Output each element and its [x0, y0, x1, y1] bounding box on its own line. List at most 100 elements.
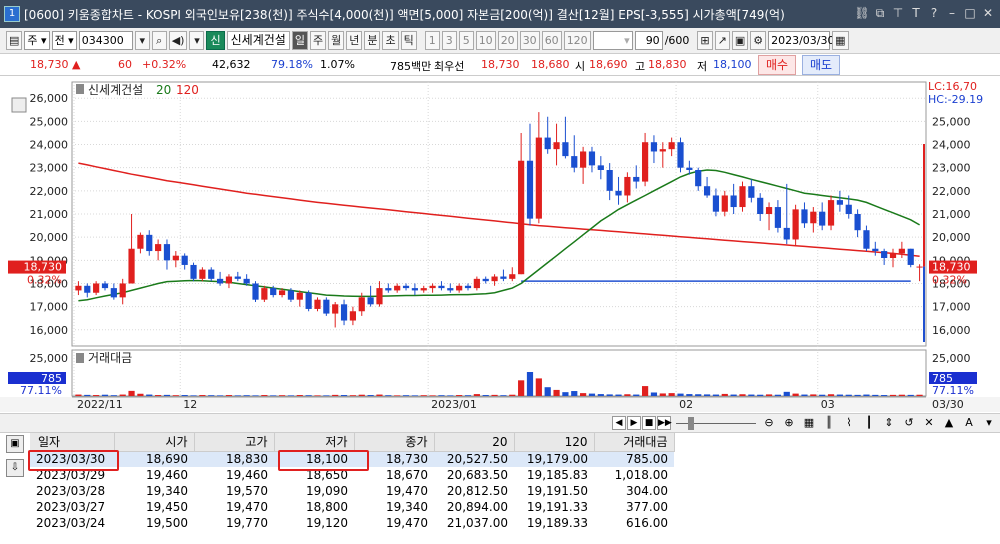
candle-body — [783, 227, 790, 240]
refresh-icon[interactable]: ↺ — [902, 416, 916, 430]
header-ma120[interactable]: 120 — [514, 433, 595, 452]
menu-icon[interactable]: ▤ — [6, 31, 23, 50]
header-close[interactable]: 종가 — [354, 433, 435, 452]
table-row[interactable]: 2023/03/24 19,500 19,770 19,120 19,470 2… — [30, 515, 674, 531]
link-icon[interactable]: ⛓ — [854, 5, 870, 21]
scroll-right-icon[interactable]: ▶ — [627, 416, 641, 430]
volume-bar — [730, 394, 737, 396]
chart-area[interactable]: 16,00017,00018,00019,00020,00021,00022,0… — [0, 76, 1000, 412]
period-week-button[interactable]: 주 — [309, 31, 327, 50]
interval-1-button[interactable]: 1 — [424, 31, 440, 50]
interval-3-button[interactable]: 3 — [441, 31, 457, 50]
period-tick-button[interactable]: 틱 — [400, 31, 417, 50]
period-day-button[interactable]: 일 — [291, 31, 308, 50]
table-row[interactable]: 2023/03/28 19,340 19,570 19,090 19,470 2… — [30, 483, 674, 499]
candle-body — [456, 285, 463, 291]
buy-button[interactable]: 매수 — [758, 55, 796, 75]
volume-bar — [261, 395, 268, 396]
line-type-icon[interactable]: ⌇ — [842, 416, 856, 430]
interval-30-button[interactable]: 30 — [519, 31, 540, 50]
cell-ma120: 19,191.33 — [526, 500, 588, 514]
cell-amount: 377.00 — [626, 500, 668, 514]
sound-icon[interactable]: ◀) — [168, 31, 188, 50]
zoom-in-icon[interactable]: ⊕ — [782, 416, 796, 430]
period-second-button[interactable]: 초 — [382, 31, 399, 50]
volume-bar — [429, 395, 436, 396]
maximize-icon[interactable]: □ — [962, 5, 978, 21]
pin-icon[interactable]: ⊤ — [890, 5, 906, 21]
header-amount[interactable]: 거래대금 — [594, 433, 675, 452]
period-select-a[interactable]: 주 ▾ — [24, 31, 50, 50]
stock-code-input[interactable]: 034300 — [78, 31, 133, 50]
layout-icon[interactable]: ▦ — [802, 416, 816, 430]
fast-forward-icon[interactable]: ▶▶ — [657, 416, 672, 430]
bar-type-icon[interactable]: ┃ — [862, 416, 876, 430]
indicator-icon[interactable]: ⊞ — [697, 31, 713, 50]
more-icon[interactable]: ▾ — [982, 416, 996, 430]
header-low[interactable]: 저가 — [274, 433, 355, 452]
high-price: 18,830 — [648, 58, 687, 71]
header-high[interactable]: 고가 — [194, 433, 275, 452]
interval-5-button[interactable]: 5 — [458, 31, 474, 50]
volume-bar — [845, 394, 852, 396]
scroll-left-icon[interactable]: ◀ — [612, 416, 626, 430]
zoom-slider-handle[interactable] — [688, 417, 694, 430]
help-icon[interactable]: ? — [926, 5, 942, 21]
period-select-b[interactable]: 전 ▾ — [51, 31, 77, 50]
volume-bar — [394, 395, 401, 396]
best-bid: 18,680 — [531, 58, 570, 71]
save-table-icon[interactable]: ▣ — [6, 435, 24, 453]
minimize-icon[interactable]: – — [944, 5, 960, 21]
candle-body — [332, 304, 339, 314]
count-input[interactable]: 90 — [634, 31, 663, 50]
period-year-button[interactable]: 년 — [346, 31, 363, 50]
candle-body — [225, 276, 233, 284]
stop-icon[interactable]: ■ — [642, 416, 656, 430]
vol-y-label: 25,000 — [30, 352, 69, 365]
x-axis-band — [0, 397, 1000, 412]
chart-scrollbar[interactable]: ◀ ▶ ■ ▶▶ ⊖ ⊕ ▦ ║ ⌇ ┃ ⇕ ↺ ✕ ▲ A ▾ — [0, 413, 1000, 433]
candle-body — [137, 234, 144, 249]
font-icon[interactable]: T — [908, 5, 924, 21]
draw-icon[interactable]: ↗ — [714, 31, 730, 50]
candle-type-icon[interactable]: ║ — [822, 416, 836, 430]
legend-stock-name: 신세계건설 — [88, 83, 143, 97]
candle-body — [216, 278, 224, 284]
candle-body — [473, 278, 480, 289]
save-icon[interactable]: ▣ — [731, 31, 749, 50]
export-table-icon[interactable]: ⇩ — [6, 459, 24, 477]
settings-icon[interactable]: ⚙ — [750, 31, 767, 50]
header-open[interactable]: 시가 — [114, 433, 195, 452]
period-month-button[interactable]: 월 — [328, 31, 345, 50]
date-input[interactable]: 2023/03/30 — [768, 31, 835, 50]
header-ma20[interactable]: 20 — [434, 433, 515, 452]
candle-body — [544, 137, 551, 150]
close-panel-icon[interactable]: ✕ — [922, 416, 936, 430]
table-row[interactable]: 2023/03/27 19,450 19,470 18,800 19,340 2… — [30, 499, 674, 515]
price-change-pct: +0.32% — [142, 58, 187, 71]
interval-120-button[interactable]: 120 — [563, 31, 591, 50]
price-change: 60 — [118, 58, 132, 71]
sell-button[interactable]: 매도 — [802, 55, 840, 75]
nav-icon[interactable]: ▾ — [189, 31, 205, 50]
custom-interval-select[interactable]: ▾ — [592, 31, 633, 50]
interval-20-button[interactable]: 20 — [497, 31, 518, 50]
scroll-up-icon[interactable]: ▲ — [942, 416, 956, 430]
cascade-icon[interactable]: ⧉ — [872, 5, 888, 21]
text-size-icon[interactable]: A — [962, 416, 976, 430]
search-icon[interactable]: ⌕ — [151, 31, 167, 50]
calendar-icon[interactable]: ▦ — [832, 31, 849, 50]
close-icon[interactable]: ✕ — [980, 5, 996, 21]
period-minute-button[interactable]: 분 — [364, 31, 381, 50]
stock-name-field[interactable]: 신세계건설 — [226, 31, 290, 50]
header-date[interactable]: 일자 — [30, 433, 115, 452]
quote-row: 18,730 ▲ 60 +0.32% 42,632 79.18% 1.07% 7… — [0, 54, 1000, 76]
candle-body — [553, 142, 560, 150]
candle-body — [863, 230, 870, 249]
code-dropdown-icon[interactable]: ▾ — [134, 31, 150, 50]
scale-icon[interactable]: ⇕ — [882, 416, 896, 430]
zoom-out-icon[interactable]: ⊖ — [762, 416, 776, 430]
interval-60-button[interactable]: 60 — [541, 31, 562, 50]
interval-10-button[interactable]: 10 — [475, 31, 496, 50]
price-chart[interactable]: 16,00017,00018,00019,00020,00021,00022,0… — [0, 76, 1000, 412]
